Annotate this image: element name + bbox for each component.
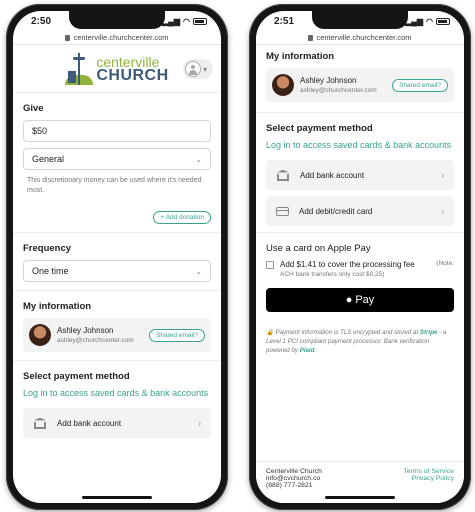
security-notice: 🔒 Payment information is TLS encrypted a… (266, 329, 447, 354)
url-text: centerville.churchcenter.com (73, 33, 169, 42)
credit-card-icon (276, 206, 289, 216)
apple-pay-heading: Use a card on Apple Pay (266, 243, 371, 254)
plaid-link[interactable]: Plaid (300, 347, 315, 354)
processing-fee-note: (Note: (436, 260, 454, 267)
user-name: Ashley Johnson (57, 326, 114, 335)
status-icons: ▂▄▆ ◠ (162, 17, 207, 26)
footer-phone[interactable]: (888) 777-2821 (266, 482, 322, 489)
shared-email-badge[interactable]: Shared email? (392, 78, 448, 92)
divider (13, 290, 221, 291)
add-donation-button[interactable]: + Add donation (153, 211, 211, 224)
divider (256, 232, 464, 233)
shared-email-badge[interactable]: Shared email? (149, 328, 205, 342)
add-bank-account-label: Add bank account (300, 170, 365, 180)
battery-icon (436, 17, 450, 25)
chevron-right-icon: › (441, 206, 444, 216)
add-card-button[interactable]: Add debit/credit card › (266, 196, 454, 226)
privacy-link[interactable]: Privacy Policy (403, 475, 454, 482)
avatar (29, 324, 51, 346)
login-saved-payment-link[interactable]: Log in to access saved cards & bank acco… (266, 140, 454, 150)
chevron-down-icon: ⌄ (195, 266, 202, 276)
avatar (272, 74, 294, 96)
my-info-heading: My information (266, 51, 335, 62)
chevron-down-icon: ▾ (203, 64, 208, 74)
user-email: ashley@churchcenter.com (300, 87, 377, 94)
login-saved-payment-link[interactable]: Log in to access saved cards & bank acco… (23, 388, 211, 398)
left-phone-frame: 2:50 ▂▄▆ ◠ centerville.churchcenter.com … (6, 4, 228, 510)
church-logo[interactable]: centerville CHURCH (65, 52, 169, 85)
amount-input[interactable]: $50 (23, 120, 211, 142)
phone-notch (69, 11, 165, 29)
divider (256, 112, 464, 113)
status-time: 2:51 (274, 15, 295, 27)
status-time: 2:50 (31, 15, 52, 27)
url-text: centerville.churchcenter.com (316, 33, 412, 42)
apple-icon: ● (345, 294, 353, 306)
logo-text-bottom: CHURCH (96, 66, 169, 84)
add-card-label: Add debit/credit card (299, 206, 373, 216)
left-phone-screen: 2:50 ▂▄▆ ◠ centerville.churchcenter.com … (13, 11, 221, 503)
payment-heading: Select payment method (266, 123, 373, 134)
right-phone-frame: 2:51 ▂▄▆ ◠ centerville.churchcenter.com … (249, 4, 471, 510)
wifi-icon: ◠ (183, 16, 190, 26)
fund-value: General (32, 154, 65, 164)
stripe-link[interactable]: Stripe (420, 329, 438, 336)
bank-icon (276, 170, 290, 181)
processing-fee-subtext: ACH bank transfers only cost $0.25) (280, 271, 385, 278)
processing-fee-option[interactable]: Add $1.41 to cover the processing fee (N… (266, 260, 454, 278)
battery-icon (193, 17, 207, 25)
chevron-down-icon: ⌄ (195, 154, 202, 164)
bank-icon (33, 418, 47, 429)
footer-org-name: Centerville Church (266, 468, 322, 475)
my-info-card: Ashley Johnson ashley@churchcenter.com S… (23, 318, 211, 352)
home-indicator (82, 496, 152, 499)
url-bar[interactable]: centerville.churchcenter.com (13, 31, 221, 45)
right-phone-screen: 2:51 ▂▄▆ ◠ centerville.churchcenter.com … (256, 11, 464, 503)
processing-fee-label: Add $1.41 to cover the processing fee (280, 260, 415, 269)
add-bank-account-label: Add bank account (57, 418, 122, 428)
wifi-icon: ◠ (426, 16, 433, 26)
my-info-card: Ashley Johnson ashley@churchcenter.com S… (266, 68, 454, 102)
frequency-select[interactable]: One time ⌄ (23, 260, 211, 282)
home-indicator (325, 496, 395, 499)
header: centerville CHURCH ▾ (13, 45, 221, 93)
payment-heading: Select payment method (23, 371, 130, 382)
user-email: ashley@churchcenter.com (57, 337, 134, 344)
profile-menu-button[interactable]: ▾ (183, 59, 213, 79)
chevron-right-icon: › (198, 418, 201, 428)
fund-select[interactable]: General ⌄ (23, 148, 211, 170)
add-bank-account-button[interactable]: Add bank account › (266, 160, 454, 190)
user-icon (185, 61, 201, 77)
processing-fee-checkbox[interactable] (266, 261, 274, 269)
give-heading: Give (23, 103, 44, 114)
frequency-heading: Frequency (23, 243, 72, 254)
terms-link[interactable]: Terms of Service (403, 468, 454, 475)
add-bank-account-button[interactable]: Add bank account › (23, 408, 211, 438)
phone-notch (312, 11, 408, 29)
frequency-value: One time (32, 266, 69, 276)
lock-icon (65, 34, 71, 41)
fund-helper-text: This discretionary money can be used whe… (27, 177, 202, 194)
divider (13, 232, 221, 233)
status-icons: ▂▄▆ ◠ (405, 17, 450, 26)
church-logo-icon (65, 52, 94, 85)
apple-pay-button[interactable]: ● Pay (266, 288, 454, 312)
my-info-heading: My information (23, 301, 92, 312)
amount-value: $50 (32, 126, 48, 136)
lock-icon (308, 34, 314, 41)
user-name: Ashley Johnson (300, 76, 357, 85)
url-bar[interactable]: centerville.churchcenter.com (256, 31, 464, 45)
divider (13, 360, 221, 361)
apple-pay-label: Pay (355, 294, 375, 306)
chevron-right-icon: › (441, 170, 444, 180)
footer-email[interactable]: info@cvchurch.co (266, 475, 322, 482)
